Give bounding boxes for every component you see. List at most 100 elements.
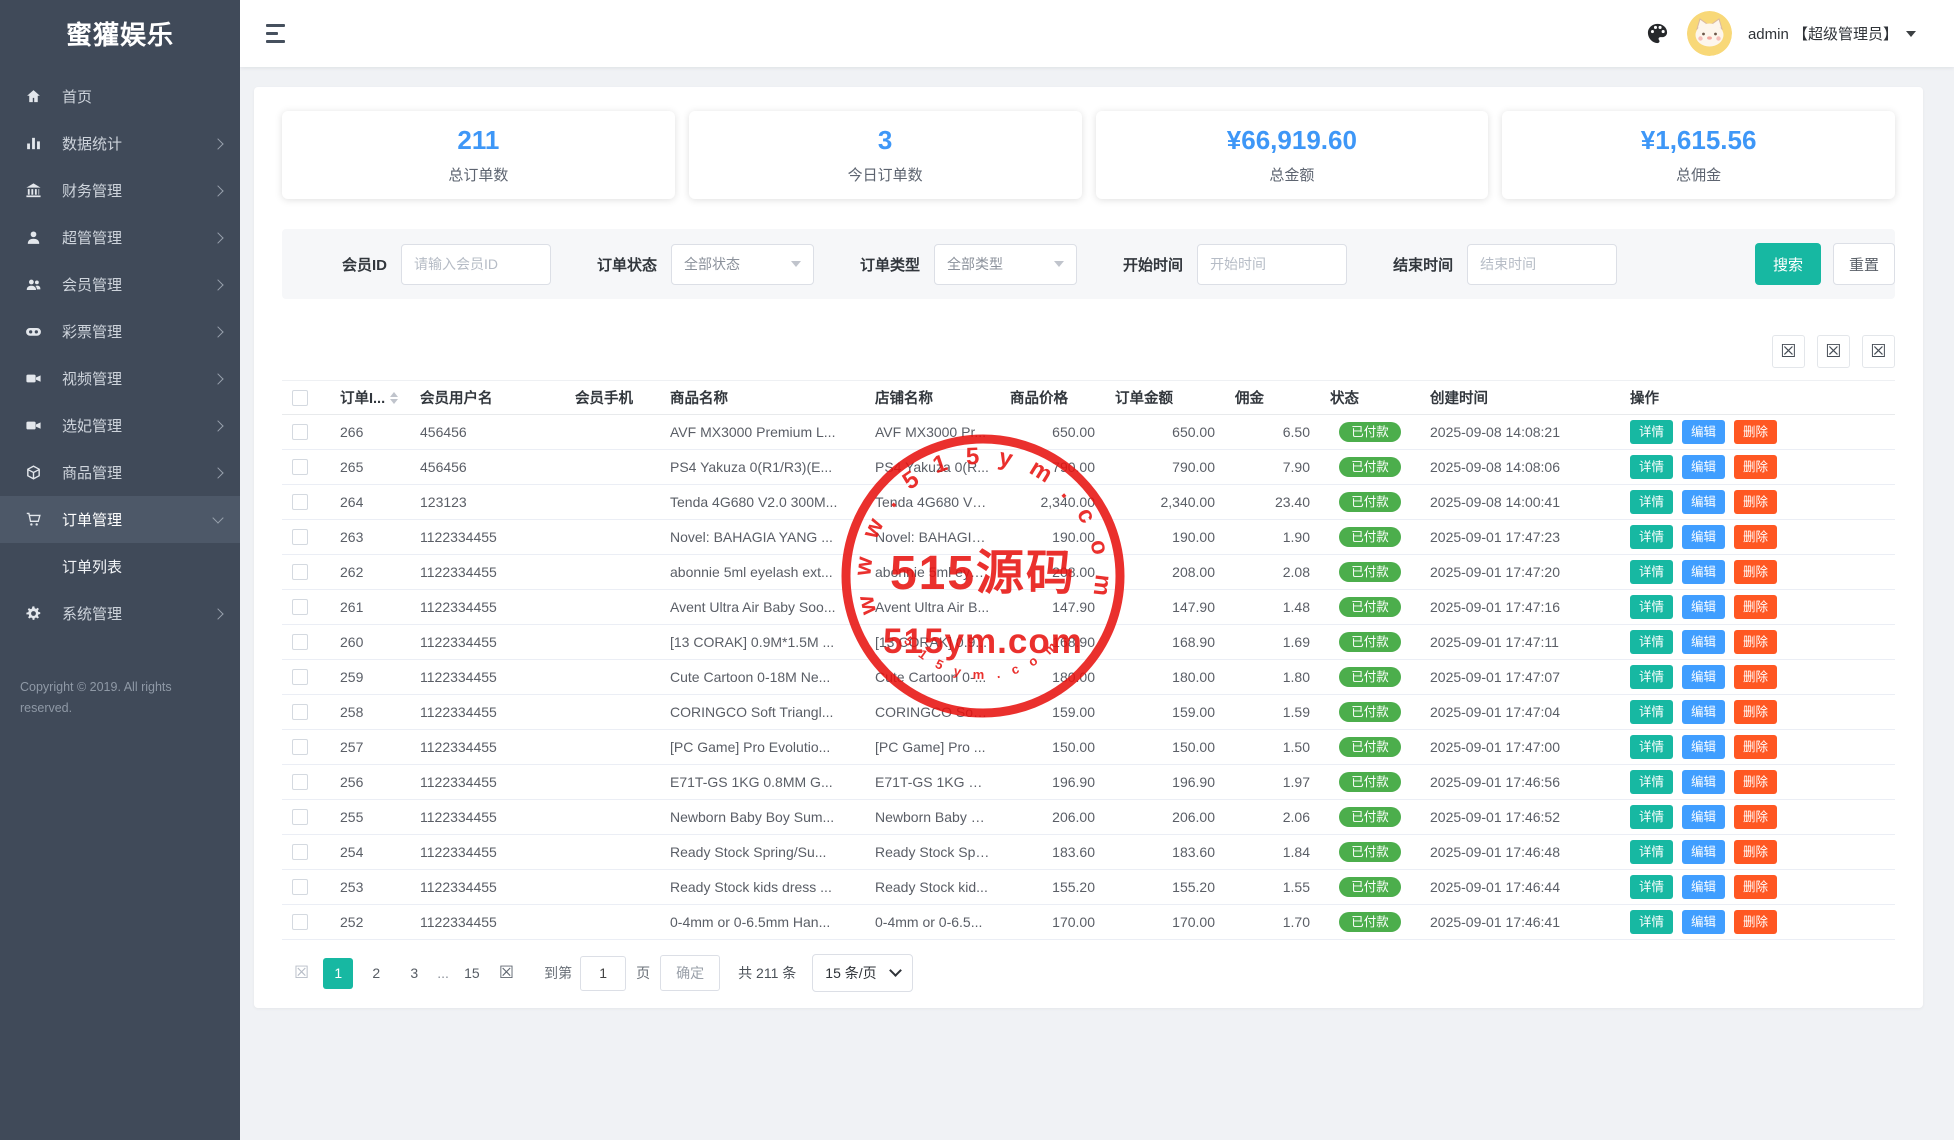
sort-icon[interactable] (390, 388, 398, 408)
detail-button[interactable]: 详情 (1630, 595, 1673, 620)
delete-button[interactable]: 删除 (1734, 735, 1777, 760)
delete-button[interactable]: 删除 (1734, 910, 1777, 935)
page-next-icon[interactable]: ☒ (499, 963, 514, 983)
detail-button[interactable]: 详情 (1630, 560, 1673, 585)
sidebar-toggle-icon[interactable] (266, 24, 285, 43)
edit-button[interactable]: 编辑 (1682, 770, 1725, 795)
delete-button[interactable]: 删除 (1734, 875, 1777, 900)
detail-button[interactable]: 详情 (1630, 770, 1673, 795)
jump-confirm-button[interactable]: 确定 (660, 955, 720, 991)
jump-page-input[interactable] (580, 956, 626, 991)
order-type-select[interactable]: 全部类型 (934, 244, 1077, 285)
row-checkbox[interactable] (292, 459, 308, 475)
sidebar-subitem-订单列表[interactable]: 订单列表 (0, 543, 240, 590)
sidebar-item-会员管理[interactable]: 会员管理 (0, 261, 240, 308)
edit-button[interactable]: 编辑 (1682, 455, 1725, 480)
search-button[interactable]: 搜索 (1755, 243, 1821, 285)
toolbar-export-icon[interactable]: ☒ (1817, 335, 1850, 368)
edit-button[interactable]: 编辑 (1682, 665, 1725, 690)
start-time-input[interactable] (1197, 244, 1347, 285)
delete-button[interactable]: 删除 (1734, 770, 1777, 795)
delete-button[interactable]: 删除 (1734, 840, 1777, 865)
delete-button[interactable]: 删除 (1734, 490, 1777, 515)
row-checkbox[interactable] (292, 424, 308, 440)
row-checkbox[interactable] (292, 494, 308, 510)
detail-button[interactable]: 详情 (1630, 455, 1673, 480)
end-time-input[interactable] (1467, 244, 1617, 285)
edit-button[interactable]: 编辑 (1682, 490, 1725, 515)
edit-button[interactable]: 编辑 (1682, 560, 1725, 585)
toolbar-refresh-icon[interactable]: ☒ (1772, 335, 1805, 368)
edit-button[interactable]: 编辑 (1682, 420, 1725, 445)
page-size-select[interactable]: 15 条/页 (812, 954, 912, 992)
user-avatar[interactable] (1687, 11, 1732, 56)
edit-button[interactable]: 编辑 (1682, 595, 1725, 620)
sidebar-item-订单管理[interactable]: 订单管理 (0, 496, 240, 543)
page-number-2[interactable]: 2 (361, 958, 391, 989)
row-checkbox[interactable] (292, 669, 308, 685)
row-checkbox[interactable] (292, 844, 308, 860)
page-prev-icon[interactable]: ☒ (294, 963, 309, 983)
detail-button[interactable]: 详情 (1630, 630, 1673, 655)
detail-button[interactable]: 详情 (1630, 665, 1673, 690)
user-menu[interactable]: admin 【超级管理员】 (1748, 23, 1916, 44)
delete-button[interactable]: 删除 (1734, 595, 1777, 620)
sidebar-item-首页[interactable]: 首页 (0, 73, 240, 120)
delete-button[interactable]: 删除 (1734, 455, 1777, 480)
row-checkbox[interactable] (292, 634, 308, 650)
delete-button[interactable]: 删除 (1734, 805, 1777, 830)
detail-button[interactable]: 详情 (1630, 875, 1673, 900)
sidebar-item-视频管理[interactable]: 视频管理 (0, 355, 240, 402)
product-price-cell: 168.90 (1000, 625, 1105, 660)
delete-button[interactable]: 删除 (1734, 665, 1777, 690)
product-price-cell: 150.00 (1000, 730, 1105, 765)
detail-button[interactable]: 详情 (1630, 910, 1673, 935)
status-badge: 已付款 (1339, 422, 1401, 443)
edit-button[interactable]: 编辑 (1682, 630, 1725, 655)
edit-button[interactable]: 编辑 (1682, 805, 1725, 830)
detail-button[interactable]: 详情 (1630, 525, 1673, 550)
delete-button[interactable]: 删除 (1734, 560, 1777, 585)
sidebar-item-数据统计[interactable]: 数据统计 (0, 120, 240, 167)
row-checkbox[interactable] (292, 809, 308, 825)
theme-palette-icon[interactable] (1645, 21, 1671, 47)
edit-button[interactable]: 编辑 (1682, 700, 1725, 725)
page-number-3[interactable]: 3 (399, 958, 429, 989)
detail-button[interactable]: 详情 (1630, 735, 1673, 760)
edit-button[interactable]: 编辑 (1682, 910, 1725, 935)
delete-button[interactable]: 删除 (1734, 630, 1777, 655)
delete-button[interactable]: 删除 (1734, 700, 1777, 725)
delete-button[interactable]: 删除 (1734, 525, 1777, 550)
row-checkbox[interactable] (292, 529, 308, 545)
row-checkbox[interactable] (292, 879, 308, 895)
sidebar-item-超管管理[interactable]: 超管管理 (0, 214, 240, 261)
row-checkbox[interactable] (292, 564, 308, 580)
reset-button[interactable]: 重置 (1833, 243, 1895, 285)
detail-button[interactable]: 详情 (1630, 490, 1673, 515)
row-checkbox[interactable] (292, 704, 308, 720)
row-checkbox[interactable] (292, 739, 308, 755)
edit-button[interactable]: 编辑 (1682, 525, 1725, 550)
row-checkbox[interactable] (292, 914, 308, 930)
detail-button[interactable]: 详情 (1630, 420, 1673, 445)
edit-button[interactable]: 编辑 (1682, 840, 1725, 865)
detail-button[interactable]: 详情 (1630, 805, 1673, 830)
delete-button[interactable]: 删除 (1734, 420, 1777, 445)
member-id-input[interactable] (401, 244, 551, 285)
toolbar-columns-icon[interactable]: ☒ (1862, 335, 1895, 368)
edit-button[interactable]: 编辑 (1682, 735, 1725, 760)
row-checkbox[interactable] (292, 599, 308, 615)
sidebar-item-选妃管理[interactable]: 选妃管理 (0, 402, 240, 449)
detail-button[interactable]: 详情 (1630, 840, 1673, 865)
row-checkbox[interactable] (292, 774, 308, 790)
sidebar-item-彩票管理[interactable]: 彩票管理 (0, 308, 240, 355)
page-number-15[interactable]: 15 (457, 958, 487, 989)
page-number-1[interactable]: 1 (323, 958, 353, 989)
select-all-checkbox[interactable] (292, 390, 308, 406)
sidebar-item-商品管理[interactable]: 商品管理 (0, 449, 240, 496)
detail-button[interactable]: 详情 (1630, 700, 1673, 725)
order-status-select[interactable]: 全部状态 (671, 244, 814, 285)
edit-button[interactable]: 编辑 (1682, 875, 1725, 900)
sidebar-item-财务管理[interactable]: 财务管理 (0, 167, 240, 214)
sidebar-item-系统管理[interactable]: 系统管理 (0, 590, 240, 637)
